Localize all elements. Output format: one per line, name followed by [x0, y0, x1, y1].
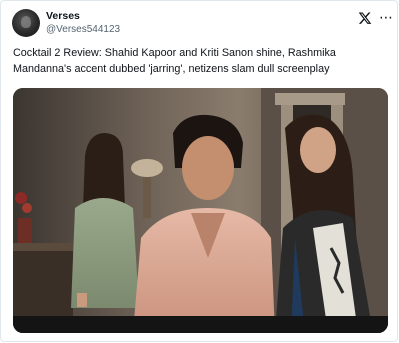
post-media-image[interactable]	[13, 88, 388, 333]
more-icon[interactable]: ⋯	[379, 10, 393, 25]
avatar-mark	[21, 16, 31, 28]
post-card[interactable]: Verses @Verses544123 ⋯ Cocktail 2 Review…	[0, 0, 398, 342]
author-name[interactable]: Verses	[46, 10, 80, 22]
x-logo-icon[interactable]	[358, 11, 372, 25]
avatar[interactable]	[12, 9, 40, 37]
movie-still-image	[13, 88, 388, 333]
author-handle[interactable]: @Verses544123	[46, 24, 120, 36]
post-text: Cocktail 2 Review: Shahid Kapoor and Kri…	[13, 47, 336, 75]
media-bottom-bar	[13, 316, 388, 333]
